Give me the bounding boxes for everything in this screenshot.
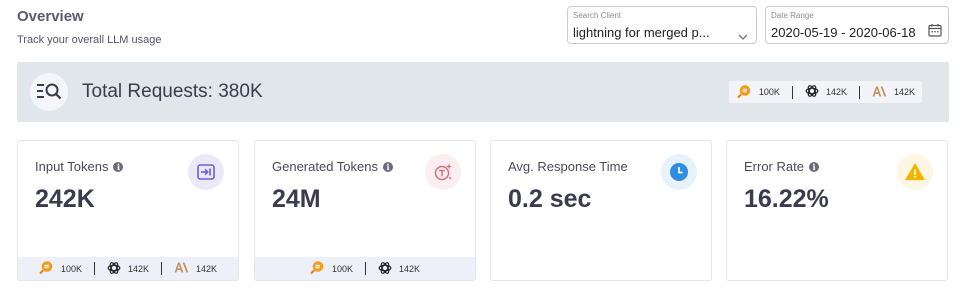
page-header: Overview Track your overall LLM usage bbox=[17, 8, 162, 46]
provider-item: 100K bbox=[310, 260, 353, 277]
provider-item: 142K bbox=[378, 261, 420, 277]
provider-breakdown: 100K 142K 142K bbox=[728, 81, 922, 103]
provider-value: 142K bbox=[127, 263, 150, 274]
provider-value: 142K bbox=[196, 263, 218, 274]
provider-item: 100K bbox=[737, 84, 780, 101]
divider bbox=[858, 85, 860, 99]
card-label-text: Generated Tokens bbox=[272, 159, 378, 174]
card-value: 16.22% bbox=[744, 185, 829, 213]
search-provider-icon bbox=[310, 260, 325, 277]
openai-icon bbox=[107, 261, 121, 277]
clock-icon bbox=[661, 154, 697, 190]
divider bbox=[791, 85, 793, 99]
openai-icon bbox=[378, 261, 392, 277]
provider-value: 142K bbox=[825, 87, 847, 97]
info-icon[interactable]: i bbox=[383, 161, 393, 172]
warning-icon bbox=[897, 154, 933, 190]
chevron-down-icon[interactable] bbox=[738, 27, 748, 45]
search-provider-icon bbox=[737, 84, 752, 101]
provider-item: 142K bbox=[872, 86, 915, 99]
total-requests-text: Total Requests: 380K bbox=[82, 81, 263, 102]
card-label: Avg. Response Time bbox=[508, 159, 628, 174]
card-value: 0.2 sec bbox=[508, 185, 592, 213]
card-label: Error Rate i bbox=[744, 159, 819, 174]
search-provider-icon bbox=[39, 260, 54, 277]
card-provider-breakdown: 100K 142K 142K bbox=[18, 257, 238, 280]
provider-value: 100K bbox=[331, 263, 353, 274]
info-icon[interactable]: i bbox=[113, 161, 124, 172]
sparkle-text-icon bbox=[425, 154, 461, 190]
date-range-picker[interactable]: Date Range 2020-05-19 - 2020-06-18 bbox=[765, 6, 949, 44]
card-value: 24M bbox=[272, 185, 321, 213]
input-tokens-card: Input Tokens i 242K 100K 142K 142K bbox=[17, 140, 239, 281]
divider bbox=[93, 262, 95, 275]
provider-value: 142K bbox=[399, 263, 421, 274]
total-requests-banner: Total Requests: 380K 100K 142K 142K bbox=[17, 62, 949, 122]
search-client-select[interactable]: Search Client lightning for merged p... bbox=[567, 6, 757, 44]
provider-value: 100K bbox=[60, 263, 82, 274]
anthropic-icon bbox=[174, 262, 189, 275]
avg-response-time-card: Avg. Response Time 0.2 sec bbox=[490, 140, 712, 281]
calendar-icon[interactable] bbox=[928, 23, 942, 42]
error-rate-card: Error Rate i 16.22% bbox=[726, 140, 948, 281]
provider-item: 142K bbox=[107, 261, 149, 277]
provider-value: 100K bbox=[758, 87, 780, 97]
provider-value: 142K bbox=[893, 87, 915, 97]
date-range-value: 2020-05-19 - 2020-06-18 bbox=[771, 25, 916, 40]
page-title: Overview bbox=[17, 8, 84, 25]
request-search-icon bbox=[30, 73, 68, 111]
anthropic-icon bbox=[872, 86, 887, 99]
card-label: Input Tokens i bbox=[35, 159, 124, 174]
card-label-text: Input Tokens bbox=[35, 159, 109, 174]
date-range-label: Date Range bbox=[771, 11, 814, 20]
provider-item: 142K bbox=[174, 262, 217, 275]
search-client-value: lightning for merged p... bbox=[573, 25, 710, 40]
generated-tokens-card: Generated Tokens i 24M 100K 142K bbox=[254, 140, 476, 281]
card-value: 242K bbox=[35, 185, 95, 213]
search-client-label: Search Client bbox=[573, 11, 622, 20]
openai-icon bbox=[805, 84, 819, 100]
provider-item: 142K bbox=[805, 84, 847, 100]
divider bbox=[365, 262, 366, 275]
provider-item: 100K bbox=[39, 260, 82, 277]
card-label-text: Error Rate bbox=[744, 159, 804, 174]
card-label-text: Avg. Response Time bbox=[508, 159, 628, 174]
input-icon bbox=[188, 154, 224, 190]
page-subtitle: Track your overall LLM usage bbox=[17, 34, 162, 46]
info-icon[interactable]: i bbox=[808, 161, 819, 172]
card-provider-breakdown: 100K 142K bbox=[255, 257, 475, 280]
divider bbox=[161, 262, 163, 275]
card-label: Generated Tokens i bbox=[272, 159, 393, 174]
